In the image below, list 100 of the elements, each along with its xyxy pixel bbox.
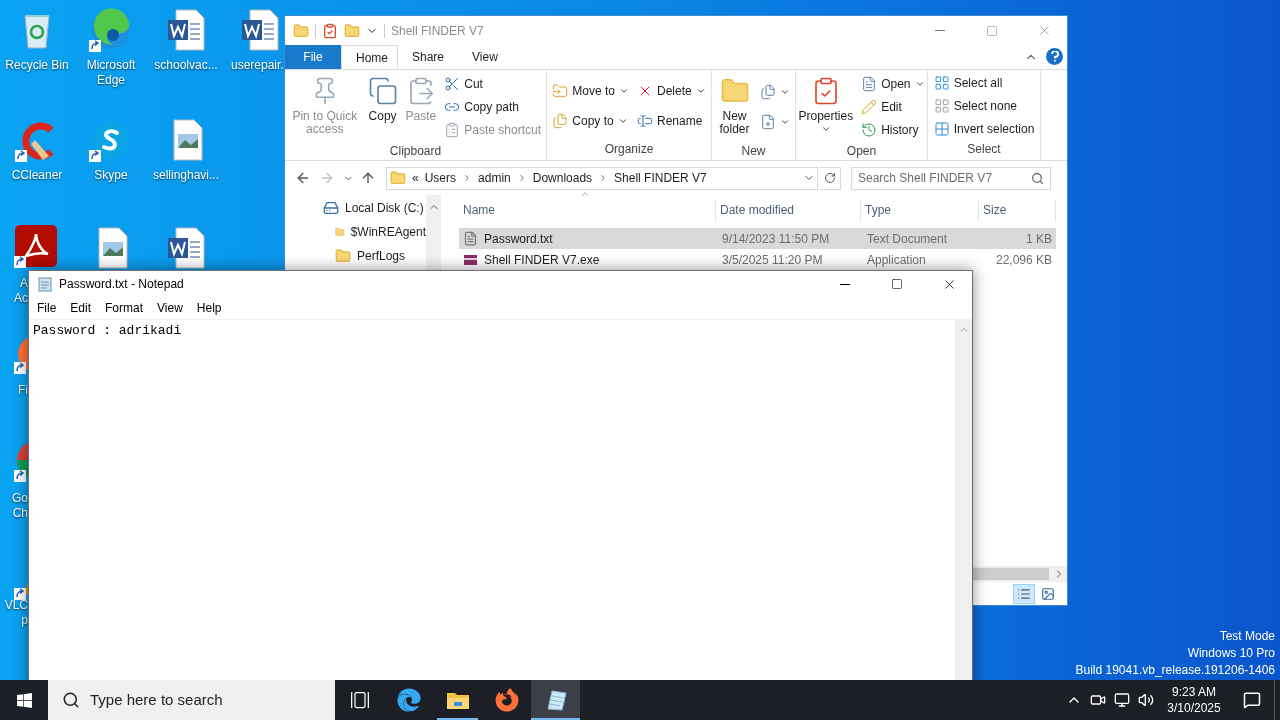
network-icon[interactable] [1114, 692, 1130, 708]
nav-item[interactable]: Local Disk (C:) [285, 196, 426, 220]
question-icon [1050, 51, 1059, 62]
notification-icon[interactable] [1243, 691, 1261, 709]
search-input[interactable]: Search Shell FINDER V7 [858, 169, 1031, 187]
minimize-icon [840, 283, 850, 285]
copy-icon [367, 76, 398, 106]
taskbar-app-button[interactable] [531, 680, 580, 720]
breadcrumb-item[interactable]: Users [424, 169, 457, 187]
ribbon-button[interactable]: New folder [714, 72, 755, 142]
breadcrumb-overflow: « [412, 170, 419, 187]
folder-icon [445, 690, 470, 710]
folder-icon [335, 248, 351, 264]
volume-icon[interactable] [1138, 692, 1154, 708]
search-icon [62, 691, 80, 709]
column-header[interactable]: Type [861, 199, 979, 221]
clock-date[interactable]: 3/10/2025 [1167, 700, 1221, 716]
icon-label: Go [12, 491, 28, 506]
folder-icon [390, 170, 406, 186]
breadcrumb-item[interactable]: admin [478, 169, 511, 187]
notepad-icon [37, 276, 53, 292]
search-field[interactable]: Type here to search [48, 680, 335, 720]
icon-label: CCleaner [10, 168, 64, 183]
icon-label: schoolvac... [153, 58, 219, 73]
scissors-icon [444, 76, 461, 92]
ribbon-tab[interactable]: Home [341, 45, 398, 69]
minimize-icon [935, 30, 945, 31]
properties-icon[interactable] [322, 22, 338, 39]
search-input[interactable]: Type here to search [90, 688, 335, 712]
ribbon-button[interactable]: Properties [795, 72, 857, 142]
scrollbar-thumb[interactable] [973, 568, 1049, 580]
menu-item[interactable]: Edit [63, 298, 99, 318]
ribbon-button[interactable]: Open [858, 73, 928, 95]
window-title: Password.txt - Notepad [59, 276, 184, 293]
ribbon-button[interactable]: Invert selection [930, 118, 1038, 140]
table-cell-text: 1 KB [1025, 230, 1053, 248]
system-watermark-text: Windows 10 Pro [1187, 645, 1275, 662]
ribbon-tab[interactable]: View [458, 45, 512, 69]
file-row[interactable]: Shell FINDER V7.exe 3/5/2025 11:20 PM Application 22,096 KB [459, 249, 1056, 270]
ribbon-button[interactable]: Delete [634, 76, 709, 106]
menu-item[interactable]: Format [98, 298, 151, 318]
ribbon-button[interactable]: Rename [634, 106, 709, 136]
icon-label: Ch [12, 506, 28, 521]
icon-label: Microsoft Edge [85, 58, 137, 88]
text-area[interactable]: Password : adrikadi [29, 320, 955, 680]
ribbon-group-label: Select [966, 141, 1002, 158]
task-view-icon [349, 690, 370, 710]
address-bar[interactable]: « Users admin Downloads Shell FINDER V7 [386, 166, 818, 190]
search-field[interactable]: Search Shell FINDER V7 [851, 166, 1051, 190]
view-button[interactable] [1013, 583, 1035, 604]
file-tab[interactable]: File [285, 45, 341, 69]
files-icon [760, 84, 776, 100]
ribbon-button[interactable]: Cut [441, 73, 544, 95]
breadcrumb-item[interactable]: Shell FINDER V7 [614, 169, 707, 187]
column-header[interactable]: Size [979, 199, 1056, 221]
file-row[interactable]: Password.txt 9/14/2023 11:50 PM Text Document 1 KB [459, 228, 1056, 249]
maximize-icon [986, 24, 998, 37]
nav-item[interactable]: $WinREAgent [285, 220, 426, 244]
menu-item[interactable]: File [30, 298, 64, 318]
icon-label: userepair. [231, 58, 284, 73]
column-header[interactable]: Date modified [716, 199, 861, 221]
pencil-icon [861, 99, 878, 115]
column-header[interactable]: Name [459, 199, 716, 221]
clock-icon [861, 122, 878, 138]
refresh-icon [824, 172, 836, 184]
folder-arrow-icon [552, 83, 569, 99]
refresh-button[interactable] [820, 166, 841, 190]
maximize-icon [891, 278, 903, 290]
ribbon-group-label: Organize [603, 141, 655, 158]
ribbon-button[interactable]: History [858, 119, 928, 141]
windows-icon [15, 691, 33, 709]
pdf-app-icon[interactable] [14, 224, 58, 268]
folder-icon [293, 22, 309, 39]
icon-label: Skype [93, 168, 129, 183]
help-button[interactable] [1046, 48, 1063, 65]
ribbon-button[interactable]: Copy path [441, 96, 544, 118]
menu-item[interactable]: Help [189, 298, 229, 318]
text-cursor-icon [637, 113, 653, 129]
ribbon-button[interactable]: Select all [930, 72, 1038, 94]
ribbon-tab[interactable]: Share [398, 45, 459, 69]
package-icon [463, 252, 478, 267]
text-file-icon [463, 231, 478, 246]
menu-item[interactable]: View [150, 298, 190, 318]
icon-label: Fi [18, 383, 28, 398]
up-icon[interactable] [360, 170, 376, 186]
ribbon-button[interactable]: Select none [930, 95, 1038, 117]
ribbon-button[interactable]: Edit [858, 96, 928, 118]
breadcrumb-item[interactable]: Downloads [532, 169, 593, 187]
ribbon-button[interactable]: Copy [364, 72, 401, 142]
ribbon-button[interactable]: Move to [549, 76, 632, 106]
camera-icon[interactable] [1090, 692, 1106, 708]
ribbon-button[interactable]: Copy to [549, 106, 632, 136]
grid-icon [933, 121, 950, 137]
nav-item[interactable]: PerfLogs [285, 244, 426, 268]
grid-icon [933, 98, 950, 114]
clock-time[interactable]: 9:23 AM [1172, 684, 1216, 700]
icon-label: VLC [4, 598, 28, 613]
back-icon[interactable] [295, 170, 311, 186]
ribbon-group-label: New [740, 143, 767, 160]
icon-label: A [20, 276, 28, 291]
